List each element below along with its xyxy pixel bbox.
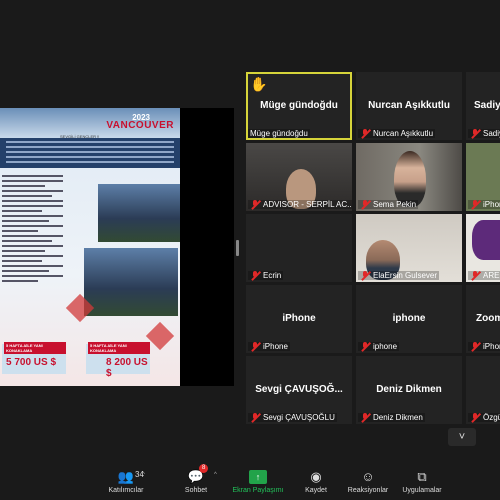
chat-button[interactable]: 💬 8 ^ Sohbet — [166, 462, 226, 494]
reactions-button[interactable]: ☺ Reaksiyonlar — [338, 462, 398, 495]
mic-muted-icon — [250, 200, 260, 209]
participant-name: iPhone — [282, 313, 316, 324]
participant-label: iPhone — [468, 342, 500, 351]
participants-label: Katılımcılar — [108, 487, 144, 494]
mic-muted-icon — [360, 342, 370, 351]
participant-name: Deniz Dikmen — [376, 384, 442, 395]
offer-2-price: 8 200 US $ — [106, 357, 148, 379]
mic-muted-icon — [360, 129, 370, 138]
participant-name: iphone — [392, 313, 426, 324]
participant-label: Ecrin — [248, 271, 284, 280]
participant-label: Nurcan Aşıkkutlu — [358, 129, 436, 138]
mic-muted-icon — [250, 342, 260, 351]
chevron-up-icon[interactable]: ^ — [142, 472, 145, 478]
raised-hand-icon: ✋ — [250, 76, 268, 92]
participant-label: iPhone — [248, 342, 290, 351]
participant-tile[interactable]: ✋ Müge gündoğdu Müge gündoğdu — [246, 72, 352, 140]
participant-label: ADVISOR - SERPİL AC... — [248, 200, 352, 209]
participant-label: Sevgi ÇAVUŞOĞLU — [248, 413, 337, 422]
mic-muted-icon — [360, 413, 370, 422]
maple-leaf-icon — [145, 321, 175, 351]
poster-feature-list — [2, 172, 74, 285]
participant-tile[interactable]: iphone iphone — [356, 285, 462, 353]
participant-label: iPhone — [468, 200, 500, 209]
participant-label: iphone — [358, 342, 400, 351]
reactions-label: Reaksiyonlar — [347, 487, 389, 494]
participant-label: AREL — [468, 271, 500, 280]
share-screen-button[interactable]: ↑ Ekran Paylaşımı — [228, 462, 288, 494]
participant-tile[interactable]: Sevgi ÇAVUŞOĞ... Sevgi ÇAVUŞOĞLU — [246, 356, 352, 424]
participant-label: Deniz Dikmen — [358, 413, 425, 422]
poster-intro-band — [0, 138, 180, 168]
chat-badge: 8 — [199, 464, 209, 473]
meeting-toolbar: 👥 34 ^ Katılımcılar 💬 8 ^ Sohbet ↑ Ekran P… — [0, 462, 500, 500]
mic-muted-icon — [470, 200, 480, 209]
mic-muted-icon — [470, 413, 480, 422]
split-resize-handle[interactable] — [236, 240, 239, 256]
participant-tile[interactable]: Ecrin — [246, 214, 352, 282]
participant-tile[interactable]: Özgü — [466, 356, 500, 424]
apps-button[interactable]: ⧉ Uygulamalar — [392, 462, 452, 495]
participant-label: Müge gündoğdu — [248, 129, 310, 138]
poster-offer-2: 5 HAFTA AİLE YANI KONAKLAMA 8 200 US $ — [86, 342, 150, 379]
participant-tile[interactable]: ElaErsin Gulsever — [356, 214, 462, 282]
participant-name: Sadiye — [474, 100, 500, 111]
chat-icon: 💬 8 — [187, 464, 209, 484]
participant-name: Sevgi ÇAVUŞOĞ... — [255, 384, 343, 395]
reactions-icon: ☺ — [361, 469, 375, 484]
participant-tile[interactable]: Deniz Dikmen Deniz Dikmen — [356, 356, 462, 424]
participant-name: Müge gündoğdu — [260, 100, 338, 111]
participants-button[interactable]: 👥 34 ^ Katılımcılar — [96, 462, 156, 495]
apps-icon: ⧉ — [417, 469, 427, 484]
mic-muted-icon — [470, 129, 480, 138]
participant-tile[interactable]: ADVISOR - SERPİL AC... — [246, 143, 352, 211]
share-screen-icon: ↑ — [249, 470, 267, 484]
participant-tile[interactable]: iPhone — [466, 143, 500, 211]
mic-muted-icon — [250, 413, 260, 422]
participant-tile[interactable]: Sema Pekin — [356, 143, 462, 211]
share-screen-label: Ekran Paylaşımı — [232, 487, 284, 494]
shared-poster: 2023 VANCOUVER SEVGİLİ GENÇLER !! 5 HAFT… — [0, 108, 180, 386]
poster-photo-skyline — [84, 248, 178, 316]
participant-tile[interactable]: iPhone iPhone — [246, 285, 352, 353]
participant-label: Sema Pekin — [358, 200, 419, 209]
participant-label: Sadiye — [468, 129, 500, 138]
record-label: Kaydet — [305, 487, 327, 494]
participant-label: Özgü — [468, 413, 500, 422]
participant-tile[interactable]: Nurcan Aşıkkutlu Nurcan Aşıkkutlu — [356, 72, 462, 140]
mic-muted-icon — [470, 342, 480, 351]
shared-screen: 2023 VANCOUVER SEVGİLİ GENÇLER !! 5 HAFT… — [0, 108, 234, 386]
participant-label: ElaErsin Gulsever — [358, 271, 440, 280]
poster-city: VANCOUVER — [106, 120, 174, 131]
participant-name: Zoom — [476, 313, 500, 324]
mic-muted-icon — [250, 271, 260, 280]
participant-face — [394, 151, 426, 207]
offer-1-price: 5 700 US $ — [6, 357, 57, 368]
record-button[interactable]: ◉ Kaydet — [286, 462, 346, 495]
chat-label: Sohbet — [184, 487, 208, 494]
mic-muted-icon — [360, 271, 370, 280]
poster-photo-bridge — [98, 184, 180, 242]
participant-tile[interactable]: Zoom iPhone — [466, 285, 500, 353]
participants-icon: 👥 34 — [117, 469, 144, 484]
chevron-up-icon[interactable]: ^ — [214, 472, 217, 478]
show-more-participants-button[interactable]: ˅ — [448, 428, 476, 446]
participant-name: Nurcan Aşıkkutlu — [368, 100, 450, 111]
apps-label: Uygulamalar — [402, 487, 442, 494]
record-icon: ◉ — [310, 469, 322, 484]
mic-muted-icon — [470, 271, 480, 280]
offer-1-label: 5 HAFTA AİLE YANI KONAKLAMA — [4, 342, 66, 354]
offer-2-label: 5 HAFTA AİLE YANI KONAKLAMA — [88, 342, 150, 354]
mic-muted-icon — [360, 200, 370, 209]
poster-offer-1: 5 HAFTA AİLE YANI KONAKLAMA 5 700 US $ — [2, 342, 66, 374]
arel-logo — [472, 220, 500, 260]
participant-tile[interactable]: Sadiye Sadiye — [466, 72, 500, 140]
participant-tile[interactable]: AREL — [466, 214, 500, 282]
